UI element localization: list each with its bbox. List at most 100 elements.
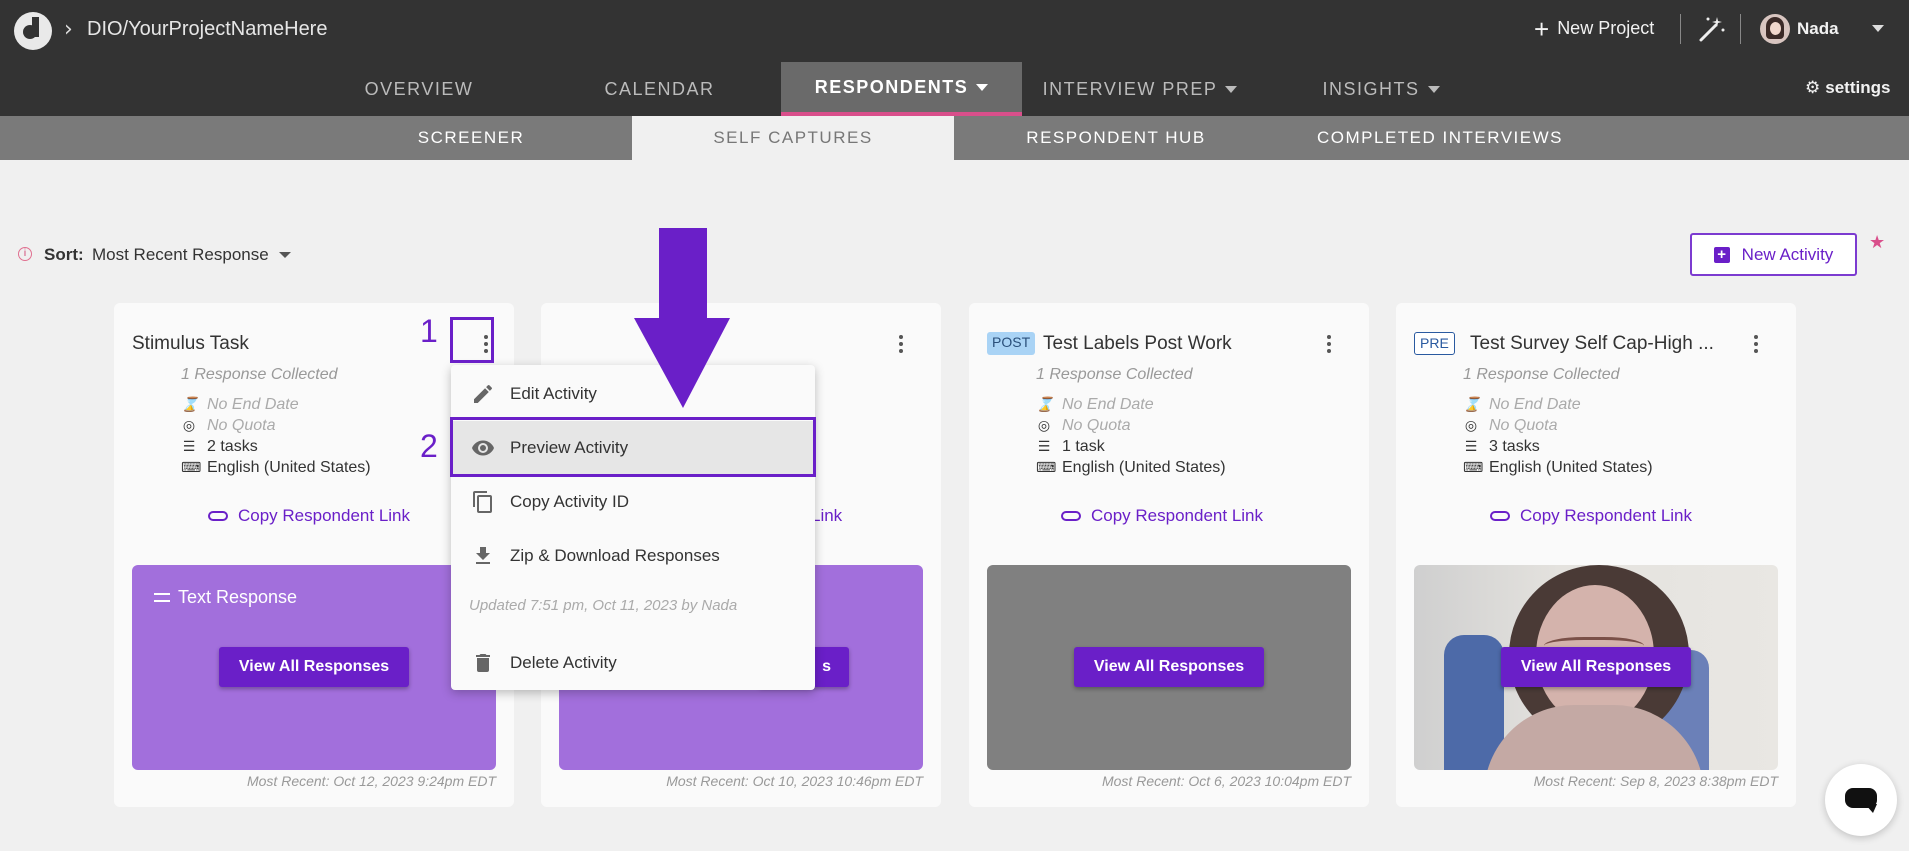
trash-icon [476, 654, 490, 672]
new-activity-label: New Activity [1741, 244, 1834, 264]
avatar[interactable] [1760, 14, 1790, 44]
tab-label: OVERVIEW [364, 78, 474, 99]
pre-badge: PRE [1414, 332, 1455, 355]
copy-link-label: Link [811, 506, 843, 525]
tab-label: CALENDAR [604, 78, 715, 99]
responses-collected: 1 Response Collected [181, 366, 338, 383]
copy-icon [473, 491, 492, 513]
activity-options-menu: Edit Activity Preview Activity Copy Acti… [451, 365, 815, 690]
view-all-responses-button[interactable]: View All Responses [219, 647, 409, 687]
subtab-label: COMPLETED INTERVIEWS [1317, 128, 1563, 147]
target-icon: ◎ [182, 418, 196, 434]
hourglass-icon: ⌛ [1463, 397, 1481, 413]
tasks: 2 tasks [207, 438, 258, 455]
tab-overview[interactable]: OVERVIEW [340, 62, 498, 116]
language-row: ⌨ English (United States) [1463, 459, 1653, 477]
language-icon: ⌨ [181, 460, 202, 476]
chevron-down-icon[interactable] [1872, 25, 1884, 32]
new-project-button[interactable]: + New Project [1534, 13, 1655, 44]
text-response-label: Text Response [154, 587, 297, 608]
link-icon [1490, 511, 1510, 521]
response-preview[interactable]: Text Response View All Responses [132, 565, 496, 770]
most-recent-timestamp: Most Recent: Sep 8, 2023 8:38pm EDT [1533, 773, 1778, 789]
menu-item-copy-activity-id[interactable]: Copy Activity ID [451, 475, 815, 529]
quota-row: ◎ No Quota [1463, 417, 1558, 435]
sub-nav: SCREENER SELF CAPTURES RESPONDENT HUB CO… [0, 116, 1909, 160]
pencil-icon [474, 384, 492, 403]
view-all-responses-button[interactable]: View All Responses [1074, 647, 1264, 687]
subtab-label: SELF CAPTURES [713, 128, 873, 147]
tab-insights[interactable]: INSIGHTS [1316, 62, 1446, 116]
most-recent-timestamp: Most Recent: Oct 6, 2023 10:04pm EDT [1101, 773, 1351, 789]
preview-label: Text Response [178, 587, 298, 607]
subtab-respondent-hub[interactable]: RESPONDENT HUB [1010, 116, 1222, 160]
quota-row: ◎ No Quota [181, 417, 276, 435]
end-date: No End Date [207, 396, 299, 413]
settings-label: settings [1825, 78, 1891, 97]
menu-item-label: Edit Activity [510, 384, 597, 403]
tab-label: INTERVIEW PREP [1042, 78, 1218, 99]
menu-item-delete-activity[interactable]: Delete Activity [451, 636, 815, 690]
tab-interview-prep[interactable]: INTERVIEW PREP [1040, 62, 1240, 116]
response-video-thumbnail[interactable]: View All Responses [1414, 565, 1778, 770]
project-breadcrumb[interactable]: DIO/YourProjectNameHere [87, 18, 327, 41]
list-icon: ☰ [182, 439, 196, 455]
language-row: ⌨ English (United States) [181, 459, 371, 477]
post-badge: POST [987, 332, 1036, 355]
copy-respondent-link[interactable]: Copy Respondent Link [1490, 506, 1692, 526]
chat-icon[interactable] [1825, 764, 1897, 836]
settings-button[interactable]: ⚙ settings [1805, 78, 1890, 98]
tasks-row: ☰ 1 task [1036, 438, 1105, 456]
copy-respondent-link[interactable]: Copy Respondent Link [1061, 506, 1263, 526]
plus-icon: + [1534, 13, 1550, 44]
hourglass-icon: ⌛ [1036, 397, 1054, 413]
star-icon: ★ [1869, 232, 1886, 253]
tab-respondents[interactable]: RESPONDENTS [781, 62, 1022, 116]
copy-link-label: Copy Respondent Link [1520, 506, 1693, 525]
tab-label: RESPONDENTS [814, 76, 969, 97]
most-recent-timestamp: Most Recent: Oct 12, 2023 9:24pm EDT [246, 773, 496, 789]
subtab-self-captures[interactable]: SELF CAPTURES [632, 116, 954, 160]
hourglass-icon: ⌛ [181, 397, 199, 413]
end-date-row: ⌛ No End Date [1463, 396, 1581, 414]
copy-respondent-link[interactable]: Copy Respondent Link [208, 506, 410, 526]
new-activity-button[interactable]: + New Activity [1690, 233, 1857, 276]
magic-wand-icon[interactable] [1696, 14, 1726, 44]
response-preview[interactable]: View All Responses [987, 565, 1351, 770]
sort-dropdown[interactable]: Most Recent Response [92, 245, 291, 265]
sort-label: Sort: [44, 245, 84, 264]
more-options-icon[interactable] [1744, 332, 1768, 358]
gear-icon: ⚙ [1805, 78, 1821, 98]
subtab-completed-interviews[interactable]: COMPLETED INTERVIEWS [1300, 116, 1580, 160]
responses-collected: 1 Response Collected [1463, 366, 1620, 383]
subtab-screener[interactable]: SCREENER [380, 116, 562, 160]
tab-calendar[interactable]: CALENDAR [583, 62, 736, 116]
copy-link-label: Copy Respondent Link [1091, 506, 1264, 525]
end-date: No End Date [1062, 396, 1154, 413]
highlight-box-preview [450, 417, 816, 477]
info-icon[interactable]: i [18, 247, 32, 261]
chevron-down-icon [1225, 85, 1238, 93]
link-icon [1061, 511, 1081, 521]
arrow-down-icon [634, 228, 730, 408]
responses-collected: 1 Response Collected [1036, 366, 1193, 383]
most-recent-timestamp: Most Recent: Oct 10, 2023 10:46pm EDT [666, 773, 923, 789]
more-options-icon[interactable] [889, 332, 913, 358]
divider [1740, 14, 1741, 44]
view-all-responses-button[interactable]: View All Responses [1501, 647, 1691, 687]
quota-row: ◎ No Quota [1036, 417, 1131, 435]
tasks-row: ☰ 3 tasks [1463, 438, 1540, 456]
menu-item-label: Copy Activity ID [510, 492, 630, 511]
menu-item-label: Zip & Download Responses [510, 546, 720, 565]
user-name[interactable]: Nada [1797, 19, 1839, 39]
more-options-icon[interactable] [1317, 332, 1341, 358]
tasks: 1 task [1062, 438, 1105, 455]
copy-respondent-link[interactable]: Link [811, 506, 842, 526]
link-icon [208, 511, 228, 521]
menu-item-zip-download[interactable]: Zip & Download Responses [451, 529, 815, 583]
chevron-down-icon [278, 252, 291, 258]
app-logo-icon[interactable] [14, 12, 52, 50]
tasks-row: ☰ 2 tasks [181, 438, 258, 456]
new-project-label: New Project [1557, 18, 1655, 38]
end-date: No End Date [1489, 396, 1581, 413]
